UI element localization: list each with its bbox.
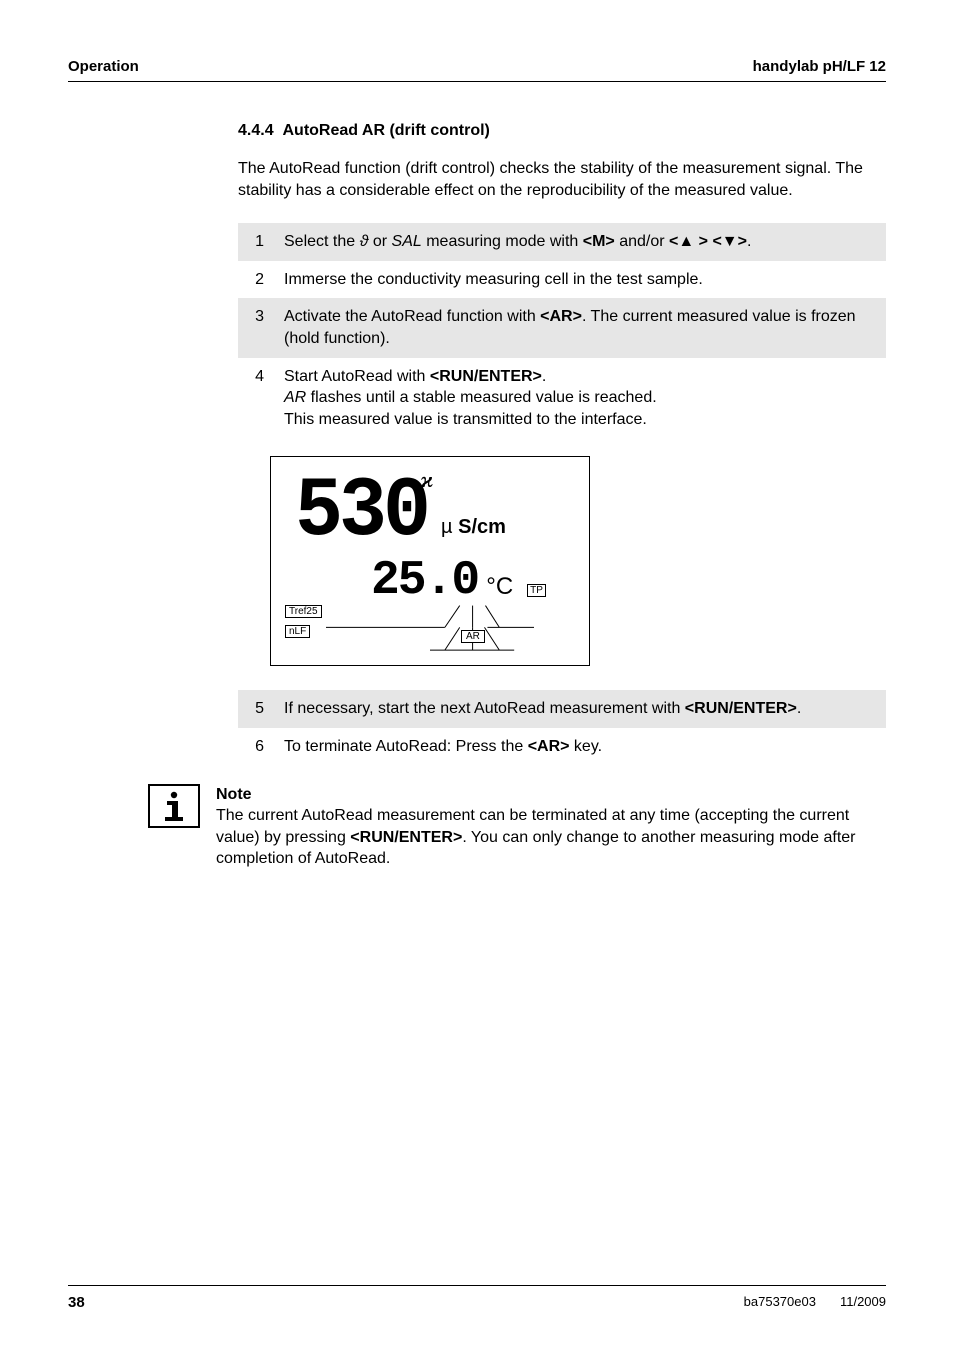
step-number: 2 [238, 261, 274, 299]
lcd-display: ϰ 530 µ S/cm 25.0 °C TP Tref25 nLF AR [270, 456, 590, 666]
step-text: To terminate AutoRead: Press the <AR> ke… [274, 728, 886, 766]
info-icon [148, 784, 200, 828]
page-number: 38 [68, 1294, 85, 1311]
step-number: 6 [238, 728, 274, 766]
step-number: 3 [238, 298, 274, 357]
step-number: 4 [238, 358, 274, 439]
step-text: Immerse the conductivity measuring cell … [274, 261, 886, 299]
step-text: Start AutoRead with <RUN/ENTER>.AR flash… [274, 358, 886, 439]
doc-date: 11/2009 [840, 1294, 886, 1311]
note-block: Note The current AutoRead measurement ca… [148, 784, 886, 870]
section-number: 4.4.4 [238, 122, 274, 139]
note-title: Note [216, 784, 886, 806]
note-text: Note The current AutoRead measurement ca… [216, 784, 886, 870]
table-row: 2 Immerse the conductivity measuring cel… [238, 261, 886, 299]
step-text: Select the ϑ or SAL measuring mode with … [274, 223, 886, 261]
table-row: 3 Activate the AutoRead function with <A… [238, 298, 886, 357]
steps-table-a: 1 Select the ϑ or SAL measuring mode wit… [238, 223, 886, 438]
note-body: The current AutoRead measurement can be … [216, 807, 855, 867]
page-header: Operation handylab pH/LF 12 [68, 58, 886, 82]
table-row: 5 If necessary, start the next AutoRead … [238, 690, 886, 728]
header-right: handylab pH/LF 12 [753, 58, 886, 75]
step-number: 1 [238, 223, 274, 261]
step-text: If necessary, start the next AutoRead me… [274, 690, 886, 728]
header-left: Operation [68, 58, 139, 75]
table-row: 1 Select the ϑ or SAL measuring mode wit… [238, 223, 886, 261]
step-number: 5 [238, 690, 274, 728]
lcd-ar-badge: AR [461, 630, 485, 643]
table-row: 4 Start AutoRead with <RUN/ENTER>.AR fla… [238, 358, 886, 439]
lcd-guide-lines [271, 457, 589, 665]
page-footer: 38 ba75370e03 11/2009 [68, 1285, 886, 1311]
doc-id: ba75370e03 [744, 1294, 816, 1311]
step-text: Activate the AutoRead function with <AR>… [274, 298, 886, 357]
intro-paragraph: The AutoRead function (drift control) ch… [238, 158, 886, 201]
footer-right: ba75370e03 11/2009 [744, 1294, 886, 1311]
section-heading: 4.4.4 AutoRead AR (drift control) [238, 122, 886, 140]
section-title: AutoRead AR (drift control) [282, 122, 489, 139]
table-row: 6 To terminate AutoRead: Press the <AR> … [238, 728, 886, 766]
steps-table-b: 5 If necessary, start the next AutoRead … [238, 690, 886, 765]
main-content: 4.4.4 AutoRead AR (drift control) The Au… [238, 122, 886, 870]
